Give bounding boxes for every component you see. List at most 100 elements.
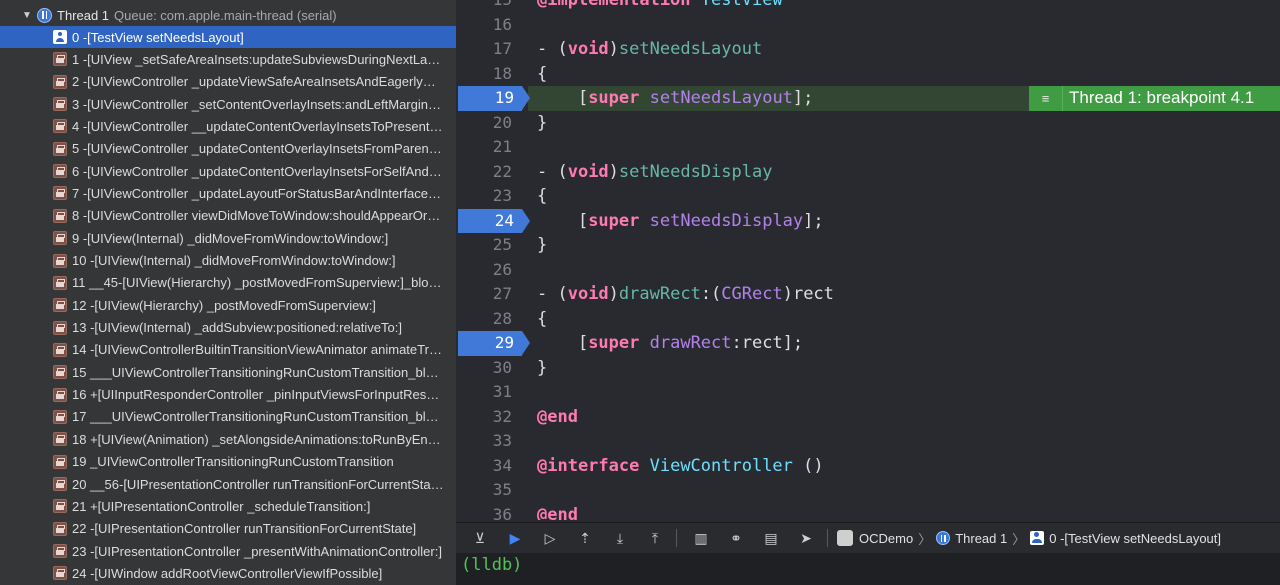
stack-frame-row[interactable]: 7 -[UIViewController _updateLayoutForSta… — [0, 182, 456, 204]
lldb-console[interactable]: (lldb) — [456, 553, 1280, 585]
stack-frame-row[interactable]: 12 -[UIView(Hierarchy) _postMovedFromSup… — [0, 294, 456, 316]
code-line[interactable]: 36 @end — [456, 503, 1280, 521]
stack-frame-row[interactable]: 18 +[UIView(Animation) _setAlongsideAnim… — [0, 428, 456, 450]
system-frame-icon — [53, 119, 67, 134]
code-line[interactable]: 35 — [456, 478, 1280, 503]
stack-frame-row[interactable]: 13 -[UIView(Internal) _addSubview:positi… — [0, 317, 456, 339]
stack-frame-row[interactable]: 24 -[UIWindow addRootViewControllerViewI… — [0, 562, 456, 584]
stack-frame-label: 8 -[UIViewController viewDidMoveToWindow… — [72, 208, 444, 224]
continue-button[interactable]: ▷ — [539, 527, 561, 549]
stack-frame-row[interactable]: 23 -[UIPresentationController _presentWi… — [0, 540, 456, 562]
code-line[interactable]: 33 — [456, 429, 1280, 454]
code-line[interactable]: 23 { — [456, 184, 1280, 209]
memory-graph-button[interactable]: ⚭ — [725, 527, 747, 549]
code-text: @end — [537, 504, 578, 521]
code-line[interactable]: 15 @implementation TestView — [456, 0, 1280, 13]
stack-frame-label: 4 -[UIViewController __updateContentOver… — [72, 118, 444, 134]
code-line[interactable]: 22 - (void)setNeedsDisplay — [456, 160, 1280, 185]
system-frame-icon — [53, 432, 67, 447]
system-frame-icon — [53, 253, 67, 268]
stack-frame-label: 22 -[UIPresentationController runTransit… — [72, 521, 417, 537]
stack-frame-row[interactable]: 2 -[UIViewController _updateViewSafeArea… — [0, 71, 456, 93]
stack-frame-label: 10 -[UIView(Internal) _didMoveFromWindow… — [72, 253, 396, 268]
code-line[interactable]: 17 - (void)setNeedsLayout — [456, 37, 1280, 62]
line-number: 19 — [494, 88, 514, 107]
disclosure-triangle-icon[interactable]: ▼ — [22, 10, 34, 21]
step-over-button[interactable]: ⇡ — [574, 527, 596, 549]
code-line[interactable]: 27 - (void)drawRect:(CGRect)rect — [456, 282, 1280, 307]
code-text: } — [537, 235, 548, 255]
stack-frame-row[interactable]: 4 -[UIViewController __updateContentOver… — [0, 115, 456, 137]
stack-frame-row[interactable]: 5 -[UIViewController _updateContentOverl… — [0, 138, 456, 160]
stack-frame-label: 24 -[UIWindow addRootViewControllerViewI… — [72, 565, 383, 581]
code-text: @interface ViewController () — [537, 455, 824, 476]
system-frame-icon — [53, 365, 67, 380]
breakpoint-marker[interactable]: 29 — [458, 331, 530, 356]
code-line[interactable]: 18 { — [456, 62, 1280, 87]
toggle-breakpoints-button[interactable]: ▶ — [504, 527, 526, 549]
line-number: 15 — [456, 0, 512, 13]
breadcrumb-app[interactable]: OCDemo — [859, 531, 913, 546]
breadcrumb-thread[interactable]: Thread 1 — [955, 531, 1007, 546]
code-line[interactable]: 16 — [456, 13, 1280, 38]
stack-frame-row[interactable]: 1 -[UIView _setSafeAreaInsets:updateSubv… — [0, 48, 456, 70]
stack-frame-row[interactable]: 0 -[TestView setNeedsLayout] — [0, 26, 456, 48]
breadcrumb-frame[interactable]: 0 -[TestView setNeedsLayout] — [1049, 531, 1221, 546]
stack-frame-row[interactable]: 8 -[UIViewController viewDidMoveToWindow… — [0, 205, 456, 227]
line-number: 21 — [492, 137, 512, 156]
hide-debug-area-button[interactable]: ⊻ — [469, 527, 491, 549]
system-frame-icon — [53, 231, 67, 246]
stack-frame-row[interactable]: 3 -[UIViewController _setContentOverlayI… — [0, 93, 456, 115]
code-line[interactable]: 24 [super setNeedsDisplay]; — [456, 208, 1280, 233]
breadcrumb[interactable]: OCDemo 〉 Thread 1 〉 0 -[TestView setNeed… — [837, 529, 1221, 548]
breakpoint-annotation[interactable]: ≡ Thread 1: breakpoint 4.1 — [1029, 86, 1280, 111]
code-line[interactable]: 21 — [456, 135, 1280, 160]
stack-frame-row[interactable]: 17 ___UIViewControllerTransitioningRunCu… — [0, 406, 456, 428]
code-line[interactable]: 26 — [456, 258, 1280, 283]
stack-frame-label: 5 -[UIViewController _updateContentOverl… — [72, 141, 444, 157]
stack-frame-label: 6 -[UIViewController _updateContentOverl… — [72, 163, 444, 179]
view-hierarchy-button[interactable]: ▥ — [690, 527, 712, 549]
list-icon[interactable]: ≡ — [1029, 86, 1063, 111]
stack-frame-row[interactable]: 9 -[UIView(Internal) _didMoveFromWindow:… — [0, 227, 456, 249]
stack-frame-label: 20 __56-[UIPresentationController runTra… — [72, 476, 444, 492]
stack-frame-row[interactable]: 16 +[UIInputResponderController _pinInpu… — [0, 384, 456, 406]
source-editor[interactable]: 15 @implementation TestView 16 17 - (void)se… — [456, 0, 1280, 520]
breakpoint-marker[interactable]: 19 — [458, 86, 530, 111]
stack-frame-label: 17 ___UIViewControllerTransitioningRunCu… — [72, 409, 444, 425]
breakpoint-marker[interactable]: 24 — [458, 208, 530, 233]
code-line[interactable]: 34 @interface ViewController () — [456, 454, 1280, 479]
stack-frame-row[interactable]: 19 _UIViewControllerTransitioningRunCust… — [0, 451, 456, 473]
line-number: 16 — [492, 14, 512, 34]
environment-overrides-button[interactable]: ▤ — [760, 527, 782, 549]
code-line[interactable]: 28 { — [456, 307, 1280, 332]
code-line[interactable]: 32 @end — [456, 405, 1280, 430]
stack-frame-row[interactable]: 10 -[UIView(Internal) _didMoveFromWindow… — [0, 250, 456, 272]
stack-frame-row[interactable]: 21 +[UIPresentationController _scheduleT… — [0, 495, 456, 517]
stack-frame-row[interactable]: 22 -[UIPresentationController runTransit… — [0, 518, 456, 540]
line-number: 34 — [492, 455, 512, 475]
step-into-button[interactable]: ⤓ — [609, 527, 631, 549]
stack-frame-label: 12 -[UIView(Hierarchy) _postMovedFromSup… — [72, 297, 376, 313]
stack-frame-row[interactable]: 14 -[UIViewControllerBuiltinTransitionVi… — [0, 339, 456, 361]
code-text: { — [537, 186, 548, 206]
code-line[interactable]: 30} — [456, 356, 1280, 381]
code-line[interactable]: 19 [super setNeedsLayout]; ≡ Thread 1: bre… — [456, 86, 1280, 111]
stack-frame-row[interactable]: 20 __56-[UIPresentationController runTra… — [0, 473, 456, 495]
code-line[interactable]: 20} — [456, 111, 1280, 136]
simulate-location-button[interactable]: ➤ — [795, 527, 817, 549]
code-text: } — [537, 357, 548, 378]
code-line[interactable]: 31 — [456, 380, 1280, 405]
stack-frame-row[interactable]: 15 ___UIViewControllerTransitioningRunCu… — [0, 361, 456, 383]
code-line[interactable]: 25} — [456, 233, 1280, 258]
stack-frame-label: 3 -[UIViewController _setContentOverlayI… — [72, 96, 444, 112]
stack-frame-label: 16 +[UIInputResponderController _pinInpu… — [72, 387, 444, 403]
system-frame-icon — [53, 320, 67, 335]
stack-frame-row[interactable]: 6 -[UIViewController _updateContentOverl… — [0, 160, 456, 182]
thread-row[interactable]: ▼ Thread 1 Queue: com.apple.main-thread … — [0, 4, 456, 26]
stack-frame-row[interactable]: 11 __45-[UIView(Hierarchy) _postMovedFro… — [0, 272, 456, 294]
code-text: [super setNeedsDisplay]; — [537, 210, 824, 231]
code-line[interactable]: 29 [super drawRect:rect]; — [456, 331, 1280, 356]
step-out-button[interactable]: ⤒ — [644, 527, 666, 549]
system-frame-icon — [53, 275, 67, 290]
